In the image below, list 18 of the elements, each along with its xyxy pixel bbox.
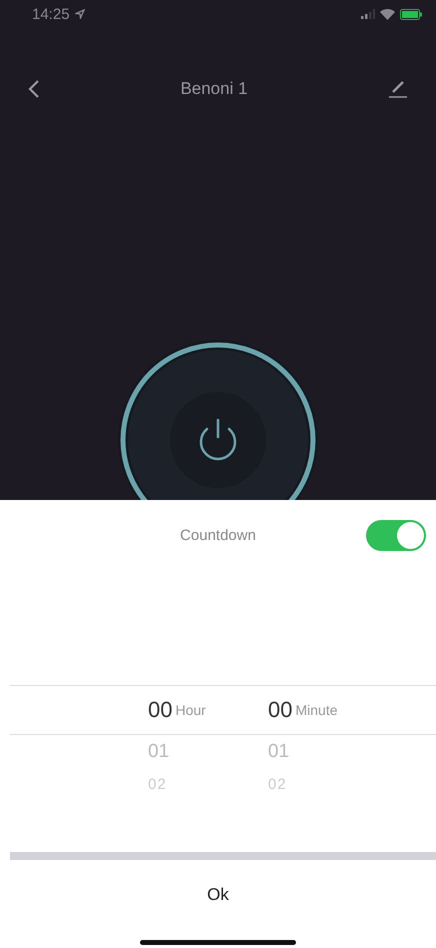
back-icon[interactable] [28, 79, 40, 99]
device-title: Benoni 1 [180, 79, 248, 99]
picker-value[interactable]: 00 [148, 696, 172, 722]
picker-unit: Hour [175, 702, 206, 718]
picker-value[interactable]: 01 [148, 741, 170, 763]
status-time: 14:25 [32, 6, 70, 22]
location-icon [74, 9, 85, 19]
countdown-label: Countdown [180, 526, 256, 544]
wifi-icon [380, 8, 395, 20]
picker-value[interactable]: 01 [268, 741, 290, 763]
picker-value[interactable]: 00 [268, 696, 292, 722]
signal-icon [361, 9, 375, 19]
power-button[interactable] [170, 392, 266, 488]
battery-icon [400, 8, 422, 20]
countdown-toggle[interactable] [366, 520, 426, 551]
picker-unit: Minute [295, 702, 338, 718]
edit-icon[interactable] [388, 80, 408, 98]
power-icon [200, 418, 236, 460]
